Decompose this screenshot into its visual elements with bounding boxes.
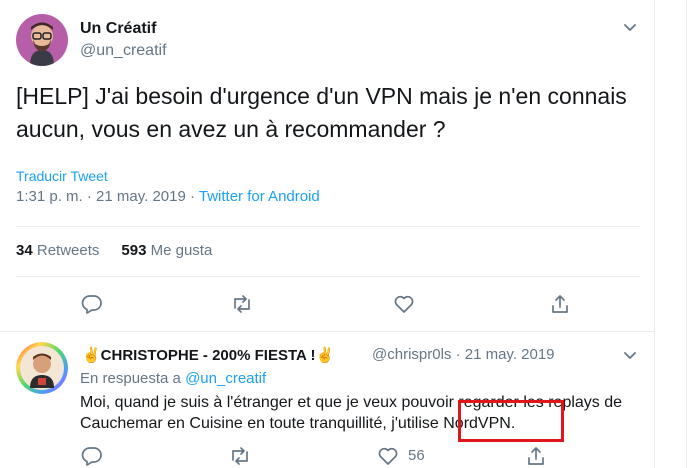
reply-display-name[interactable]: ✌️CHRISTOPHE - 200% FIESTA !✌️ [82, 346, 334, 364]
reply-icon[interactable] [80, 292, 104, 316]
like-icon[interactable] [376, 444, 400, 468]
tweet-text: [HELP] J'ai besoin d'urgence d'un VPN ma… [16, 83, 627, 142]
chevron-down-icon[interactable] [620, 18, 640, 38]
tweet-source[interactable]: Twitter for Android [199, 188, 320, 205]
divider [16, 226, 640, 227]
retweet-icon[interactable] [228, 444, 252, 468]
tweet-thread: Un Créatif @un_creatif [HELP] J'ai besoi… [0, 0, 655, 468]
in-reply-to: En respuesta a @un_creatif [80, 370, 267, 387]
share-icon[interactable] [524, 444, 548, 468]
tweet-timestamp[interactable]: 1:31 p. m. · 21 may. 2019 · [16, 188, 199, 205]
tweet-stats: 34 Retweets 593 Me gusta [16, 242, 212, 259]
reply-likes-count: 56 [408, 447, 425, 464]
likes-stat[interactable]: 593 Me gusta [121, 242, 212, 259]
retweet-icon[interactable] [230, 292, 254, 316]
divider [16, 276, 640, 277]
reply-author-avatar[interactable] [16, 342, 68, 394]
highlight-annotation-box [458, 400, 564, 442]
right-sidebar-edge [656, 0, 691, 468]
reply-icon[interactable] [80, 444, 104, 468]
retweets-stat[interactable]: 34 Retweets [16, 242, 99, 259]
translate-tweet-link[interactable]: Traducir Tweet [16, 168, 108, 184]
divider [0, 331, 655, 332]
reply-handle-date[interactable]: @chrispr0ls · 21 may. 2019 [372, 346, 555, 363]
like-icon[interactable] [392, 292, 416, 316]
in-reply-mention[interactable]: @un_creatif [185, 370, 266, 387]
author-avatar[interactable] [16, 14, 68, 66]
author-display-name[interactable]: Un Créatif [80, 20, 156, 38]
chevron-down-icon[interactable] [620, 346, 640, 366]
share-icon[interactable] [548, 292, 572, 316]
tweet-meta: 1:31 p. m. · 21 may. 2019 · Twitter for … [16, 188, 320, 205]
author-handle[interactable]: @un_creatif [80, 42, 167, 60]
